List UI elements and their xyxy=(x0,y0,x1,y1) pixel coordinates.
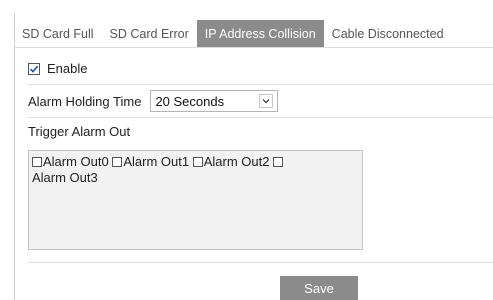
alarm-out3-label: Alarm Out3 xyxy=(32,170,98,185)
alarm-out-list: Alarm Out0 Alarm Out1 Alarm Out2 Alarm O… xyxy=(28,150,363,250)
tab-cable-disconnected[interactable]: Cable Disconnected xyxy=(324,20,452,47)
alarm-out3-checkbox[interactable] xyxy=(273,157,284,167)
alarm-out1-label: Alarm Out1 xyxy=(123,154,190,169)
divider xyxy=(28,84,493,85)
alarm-holding-time-select[interactable]: 20 Seconds xyxy=(150,90,279,112)
alarm-holding-time-value: 20 Seconds xyxy=(155,93,225,109)
alarm-out0-option[interactable]: Alarm Out0 xyxy=(32,154,109,169)
trigger-alarm-out-label: Trigger Alarm Out xyxy=(28,124,131,139)
enable-label: Enable xyxy=(47,61,88,76)
alarm-out1-option[interactable]: Alarm Out1 xyxy=(112,154,189,169)
tab-ip-address-collision[interactable]: IP Address Collision xyxy=(196,20,324,47)
tab-sd-card-full[interactable]: SD Card Full xyxy=(14,20,102,47)
divider xyxy=(28,117,493,118)
alarm-holding-row: Alarm Holding Time 20 Seconds xyxy=(28,90,279,112)
alarm-out2-option[interactable]: Alarm Out2 xyxy=(192,154,270,169)
checkmark-icon xyxy=(29,65,39,73)
tab-divider xyxy=(14,47,493,48)
tab-sd-card-error[interactable]: SD Card Error xyxy=(102,20,197,47)
divider xyxy=(28,262,493,263)
enable-checkbox[interactable] xyxy=(28,62,40,75)
enable-row: Enable xyxy=(28,61,87,76)
alarm-out0-label: Alarm Out0 xyxy=(43,154,109,169)
alarm-out2-checkbox[interactable] xyxy=(192,157,203,167)
alarm-out2-label: Alarm Out2 xyxy=(203,154,270,169)
save-button[interactable]: Save xyxy=(280,276,358,300)
alarm-out0-checkbox[interactable] xyxy=(32,157,42,167)
chevron-down-icon[interactable] xyxy=(259,94,274,108)
alarm-out1-checkbox[interactable] xyxy=(112,157,123,167)
tab-bar: SD Card Full SD Card Error IP Address Co… xyxy=(14,20,452,47)
alarm-holding-time-label: Alarm Holding Time xyxy=(28,93,142,109)
